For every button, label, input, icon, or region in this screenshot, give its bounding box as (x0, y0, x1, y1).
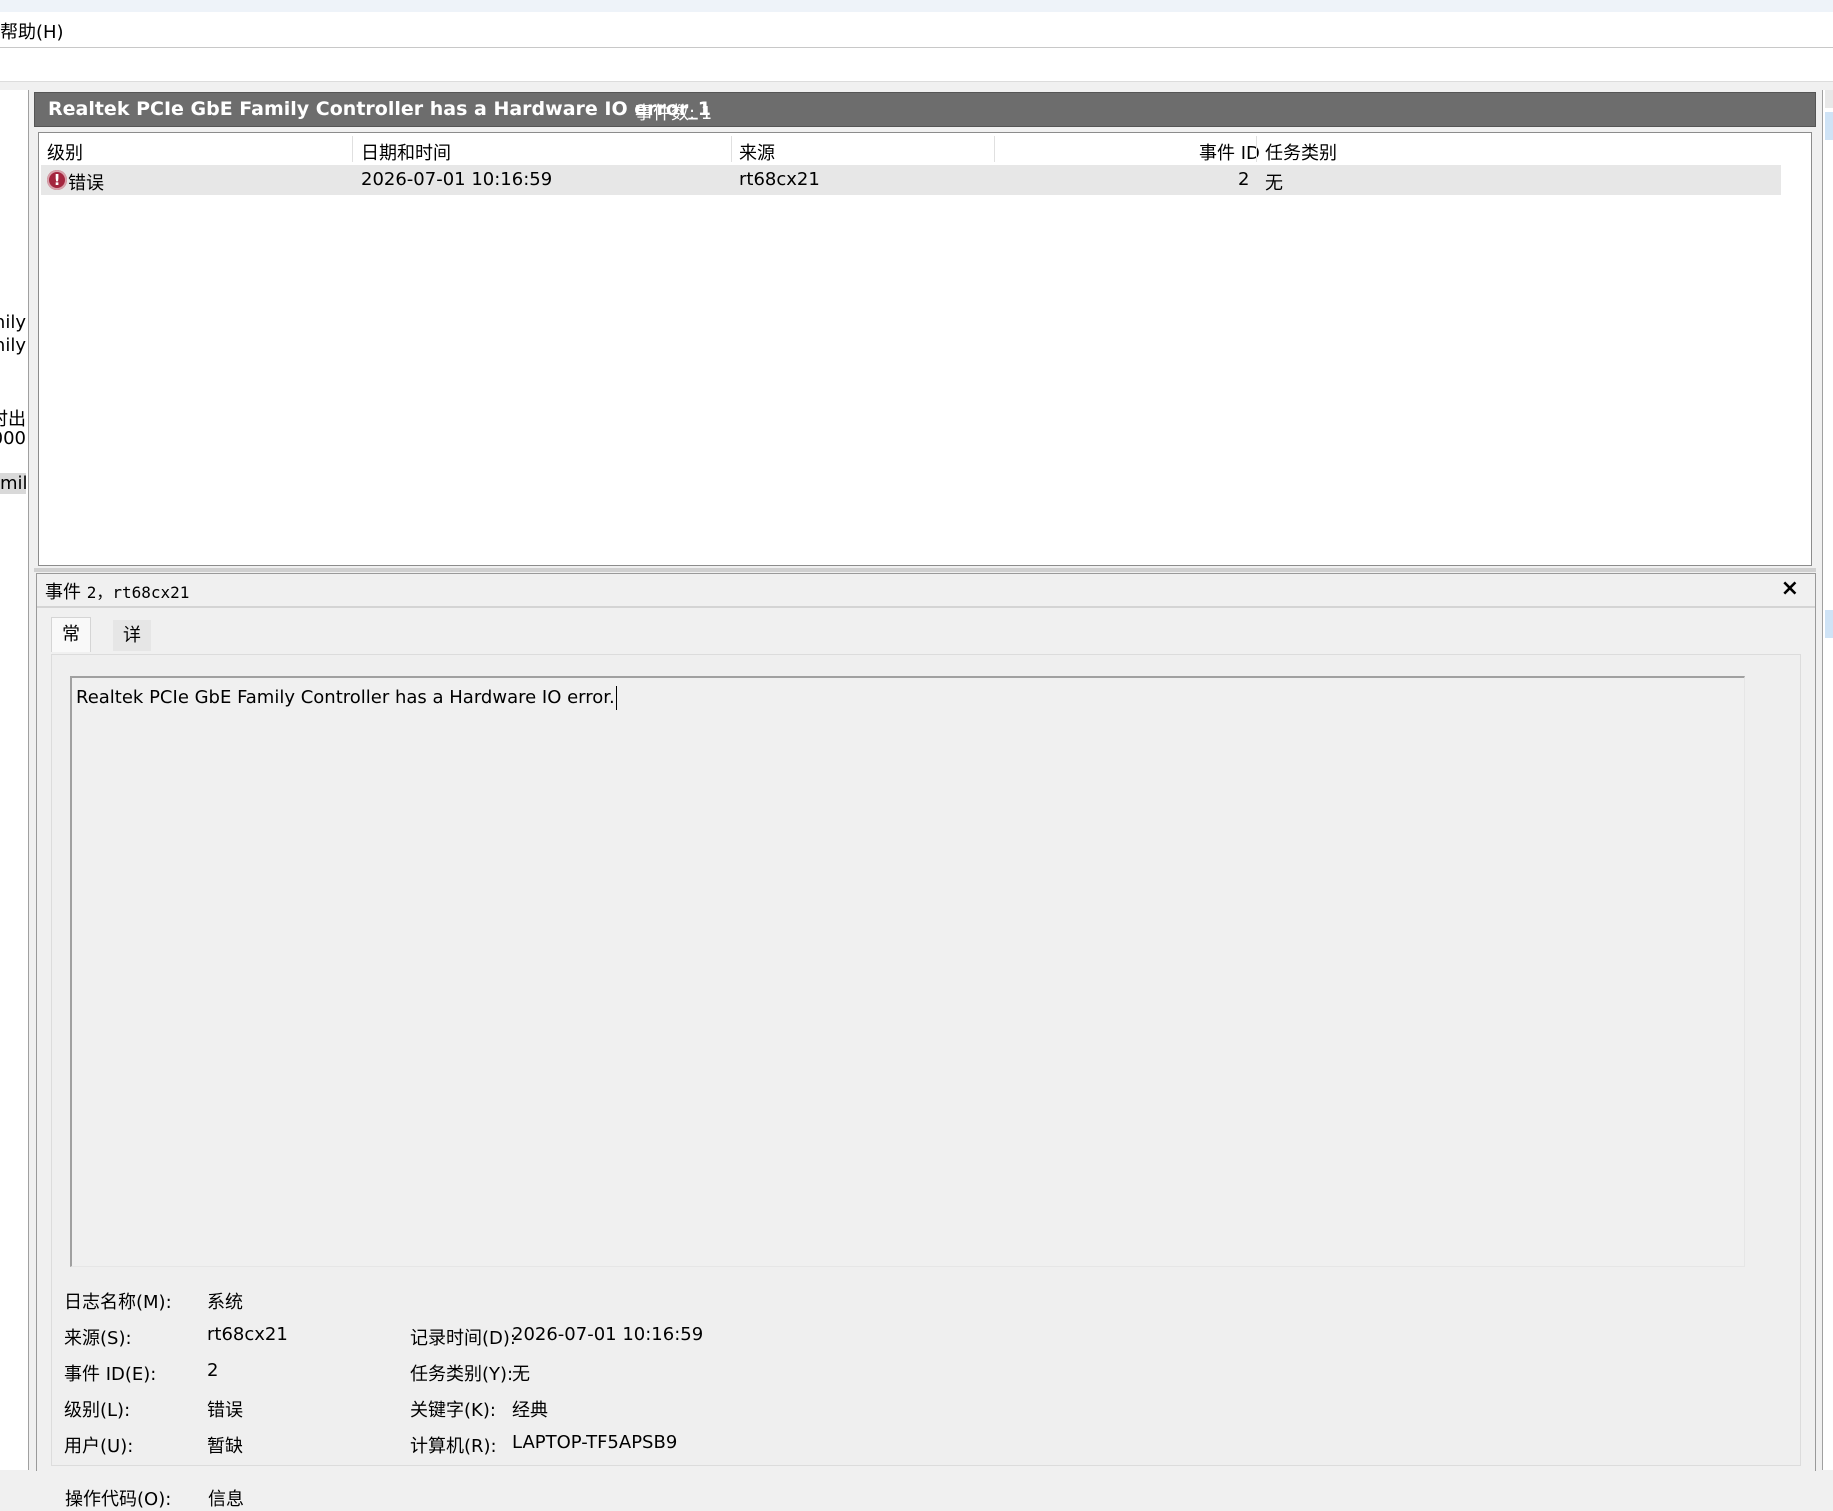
actions-pane[interactable] (1822, 90, 1833, 1470)
window-top-strip (0, 0, 1833, 12)
text-caret (615, 686, 617, 710)
event-description-text: Realtek PCIe GbE Family Controller has a… (76, 687, 615, 708)
actions-header (1825, 90, 1833, 108)
cell-source: rt68cx21 (739, 169, 820, 190)
log-name-label: 日志名称(M): (64, 1292, 172, 1313)
keywords-label: 关键字(K): (410, 1400, 496, 1421)
logged-value: 2026-07-01 10:16:59 (512, 1324, 704, 1345)
source-label: 来源(S): (64, 1328, 132, 1349)
tab-details[interactable]: 详细信息 (113, 620, 151, 739)
level-label: 级别(L): (64, 1400, 131, 1421)
tree-item-fragment[interactable]: 000 (0, 428, 26, 449)
actions-item-selected[interactable] (1825, 610, 1833, 638)
tab-general[interactable]: 常规 (51, 617, 91, 679)
event-list-header: 级别 日期和时间 来源 事件 ID 任务类别 (39, 133, 1811, 164)
task-category-value: 无 (512, 1364, 530, 1385)
tree-item-selected-fragment[interactable]: mily (0, 473, 28, 494)
column-level[interactable]: 级别 (47, 139, 83, 165)
event-count: 事件数: 1 (635, 103, 713, 124)
event-detail-header: 事件 2，rt68cx21 × (37, 574, 1815, 608)
event-id-label: 事件 ID(E): (64, 1364, 157, 1385)
tab-general-content: Realtek PCIe GbE Family Controller has a… (51, 654, 1801, 1466)
opcode-value: 信息 (208, 1489, 244, 1510)
column-datetime[interactable]: 日期和时间 (361, 139, 451, 165)
event-detail-title: 事件 2，rt68cx21 (45, 578, 189, 604)
event-detail-pane: 事件 2，rt68cx21 × 常规 详细信息 Realtek PCIe GbE… (36, 573, 1816, 1510)
column-source[interactable]: 来源 (739, 139, 775, 165)
close-button[interactable]: × (1781, 576, 1799, 601)
event-detail-title-prefix: 事件 (45, 582, 87, 603)
user-value: 暂缺 (207, 1436, 243, 1457)
table-row[interactable]: ! 错误 2026-07-01 10:16:59 rt68cx21 2 无 (41, 165, 1781, 195)
toolbar (0, 48, 1833, 82)
column-separator[interactable] (994, 136, 995, 162)
user-label: 用户(U): (64, 1436, 134, 1457)
column-separator[interactable] (352, 136, 353, 162)
opcode-label: 操作代码(O): (65, 1489, 172, 1510)
event-detail-title-value: 2，rt68cx21 (86, 583, 190, 602)
event-description-box[interactable]: Realtek PCIe GbE Family Controller has a… (70, 676, 1745, 1267)
cell-level: 错误 (68, 173, 104, 194)
column-task-category[interactable]: 任务类别 (1265, 139, 1337, 165)
log-name-value: 系统 (207, 1292, 243, 1313)
column-separator[interactable] (731, 136, 732, 162)
event-description: Realtek PCIe GbE Family Controller has a… (76, 686, 617, 710)
log-title-bar: Realtek PCIe GbE Family Controller has a… (34, 92, 1816, 127)
level-value: 错误 (207, 1400, 243, 1421)
cell-datetime: 2026-07-01 10:16:59 (361, 169, 553, 190)
logged-label: 记录时间(D): (410, 1328, 516, 1349)
main-pane: Realtek PCIe GbE Family Controller has a… (34, 92, 1816, 1510)
event-list[interactable]: 级别 日期和时间 来源 事件 ID 任务类别 ! 错误 2026-07-01 1… (38, 132, 1812, 566)
left-tree-pane[interactable]: mily mily 时出 000 mily (0, 90, 29, 1470)
cell-event-id: 2 (1238, 169, 1250, 190)
log-title: Realtek PCIe GbE Family Controller has a… (48, 98, 711, 120)
computer-label: 计算机(R): (410, 1436, 497, 1457)
actions-item-selected[interactable] (1825, 112, 1833, 140)
computer-value: LAPTOP-TF5APSB9 (512, 1432, 678, 1453)
keywords-value: 经典 (512, 1400, 548, 1421)
task-category-label: 任务类别(Y): (410, 1364, 514, 1385)
event-id-value: 2 (207, 1360, 219, 1381)
tree-item-fragment[interactable]: mily (0, 312, 26, 333)
pane-splitter[interactable] (34, 568, 1816, 572)
error-icon: ! (47, 170, 67, 190)
tree-item-fragment[interactable]: mily (0, 335, 26, 356)
source-value: rt68cx21 (207, 1324, 288, 1345)
cell-task-category: 无 (1265, 173, 1283, 194)
menu-help[interactable]: 帮助(H) (0, 18, 64, 44)
column-event-id[interactable]: 事件 ID (1199, 139, 1260, 165)
column-separator[interactable] (1256, 136, 1257, 162)
menu-bar: 帮助(H) (0, 12, 1833, 48)
